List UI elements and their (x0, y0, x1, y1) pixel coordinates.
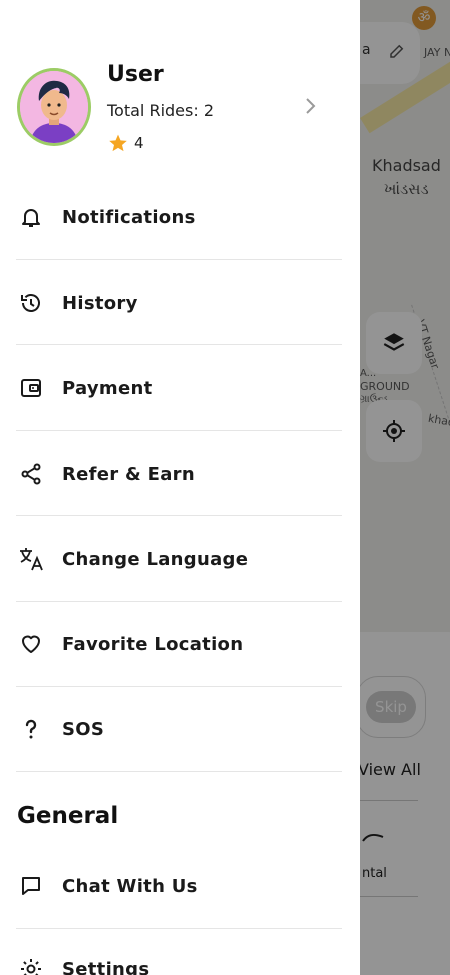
menu-item-refer-earn[interactable]: Refer & Earn (0, 431, 360, 517)
share-icon (17, 460, 45, 488)
chevron-right-icon[interactable] (302, 96, 320, 116)
avatar (17, 68, 91, 146)
menu-item-change-language[interactable]: Change Language (0, 516, 360, 602)
gear-icon (17, 955, 45, 975)
rating: 4 (108, 133, 144, 153)
menu-item-settings[interactable]: Settings (0, 926, 360, 975)
history-icon (17, 289, 45, 317)
heart-icon (17, 630, 45, 658)
menu-label-chat-with-us: Chat With Us (62, 875, 198, 897)
menu-item-favorite-location[interactable]: Favorite Location (0, 601, 360, 687)
menu-item-history[interactable]: History (0, 260, 360, 346)
menu-label-change-language: Change Language (62, 548, 249, 570)
user-name: User (107, 62, 164, 87)
menu-item-chat-with-us[interactable]: Chat With Us (0, 843, 360, 929)
divider (16, 771, 342, 772)
translate-icon (17, 545, 45, 573)
menu-label-refer-earn: Refer & Earn (62, 463, 195, 485)
navigation-drawer: User Total Rides: 2 4 Notifications Hist… (0, 0, 360, 975)
menu-item-sos[interactable]: SOS (0, 686, 360, 772)
rating-value: 4 (134, 134, 144, 152)
section-title-general: General (17, 803, 119, 829)
total-rides: Total Rides: 2 (107, 101, 215, 120)
menu-label-history: History (62, 292, 138, 314)
menu-label-payment: Payment (62, 377, 153, 399)
menu-item-payment[interactable]: Payment (0, 345, 360, 431)
star-icon (109, 134, 127, 152)
wallet-icon (17, 374, 45, 402)
menu-item-notifications[interactable]: Notifications (0, 174, 360, 260)
profile-header[interactable]: User Total Rides: 2 4 (0, 0, 360, 180)
chat-icon (17, 872, 45, 900)
menu-label-notifications: Notifications (62, 206, 196, 228)
question-icon (17, 715, 45, 743)
menu-label-favorite-location: Favorite Location (62, 633, 244, 655)
menu-label-sos: SOS (62, 718, 105, 740)
menu-label-settings: Settings (62, 958, 150, 975)
bell-icon (17, 203, 45, 231)
